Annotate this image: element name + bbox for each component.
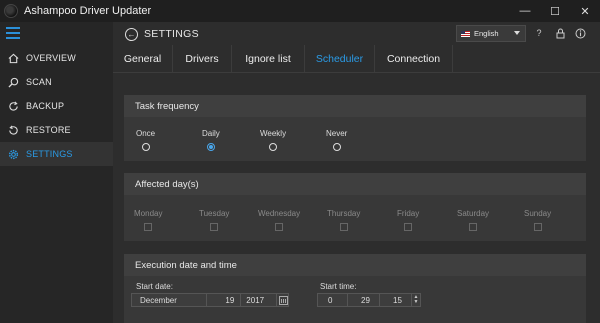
app-logo-icon	[4, 4, 18, 18]
tab-general[interactable]: General	[113, 45, 173, 73]
frequency-option-weekly[interactable]: Weekly	[260, 129, 286, 151]
back-button[interactable]: ←	[125, 27, 138, 41]
backup-icon	[7, 100, 19, 112]
radio-button[interactable]	[206, 143, 215, 151]
day-thursday[interactable]: Thursday	[327, 209, 360, 231]
sidebar-item-label: RESTORE	[26, 125, 71, 135]
tab-ignore-list[interactable]: Ignore list	[232, 45, 305, 73]
sidebar-item-backup[interactable]: BACKUP	[0, 94, 113, 118]
language-select[interactable]: English	[456, 25, 526, 42]
execution-title: Execution date and time	[124, 254, 586, 276]
chevron-down-icon	[514, 31, 520, 35]
sidebar-item-scan[interactable]: SCAN	[0, 70, 113, 94]
tab-drivers[interactable]: Drivers	[173, 45, 232, 73]
execution-panel: Execution date and time Start date: Dece…	[124, 254, 586, 323]
radio-button[interactable]	[141, 143, 150, 151]
start-time-label: Start time:	[320, 282, 357, 291]
day-tuesday[interactable]: Tuesday	[199, 209, 229, 231]
sidebar-item-label: OVERVIEW	[26, 53, 76, 63]
page-title: SETTINGS	[144, 28, 199, 40]
close-button[interactable]: ✕	[570, 0, 600, 22]
day-checkbox[interactable]	[469, 223, 478, 231]
start-time-minute[interactable]: 29	[348, 294, 380, 306]
sidebar-item-settings[interactable]: SETTINGS	[0, 142, 113, 166]
day-monday[interactable]: Monday	[134, 209, 162, 231]
day-label: Saturday	[457, 209, 490, 218]
home-icon	[7, 52, 19, 64]
start-date-label: Start date:	[136, 282, 173, 291]
day-checkbox[interactable]	[210, 223, 219, 231]
affected-days-title: Affected day(s)	[124, 173, 586, 195]
day-checkbox[interactable]	[144, 223, 153, 231]
day-label: Sunday	[524, 209, 552, 218]
lock-icon[interactable]	[554, 27, 566, 39]
settings-tabs: General Drivers Ignore list Scheduler Co…	[113, 45, 600, 73]
minimize-button[interactable]: —	[510, 0, 540, 22]
day-checkbox[interactable]	[404, 223, 413, 231]
info-icon[interactable]	[574, 27, 586, 39]
start-date-picker[interactable]: December 19 2017	[131, 293, 289, 307]
sidebar-item-restore[interactable]: RESTORE	[0, 118, 113, 142]
arrow-left-icon: ←	[127, 29, 136, 39]
search-icon	[7, 76, 19, 88]
radio-button[interactable]	[269, 143, 278, 151]
restore-icon	[7, 124, 19, 136]
language-value: English	[474, 29, 499, 38]
start-date-day[interactable]: 19	[207, 294, 242, 306]
time-spinner[interactable]: ▲ ▼	[412, 295, 420, 305]
affected-days-panel: Affected day(s) Monday Tuesday Wednesday…	[124, 173, 586, 241]
tab-scheduler[interactable]: Scheduler	[305, 45, 375, 73]
start-date-month[interactable]: December	[132, 294, 208, 306]
sidebar-item-label: SETTINGS	[26, 149, 73, 159]
radio-label: Never	[326, 129, 348, 138]
start-time-hour[interactable]: 0	[318, 294, 348, 306]
radio-label: Once	[136, 129, 156, 138]
day-checkbox[interactable]	[339, 223, 348, 231]
day-label: Wednesday	[258, 209, 301, 218]
frequency-option-never[interactable]: Never	[326, 129, 347, 151]
start-time-picker[interactable]: 0 29 15 ▲ ▼	[317, 293, 421, 307]
sidebar-nav: OVERVIEW SCAN BACKUP RESTORE SETTINGS	[0, 46, 113, 166]
day-saturday[interactable]: Saturday	[457, 209, 489, 231]
radio-label: Weekly	[260, 129, 287, 138]
day-label: Friday	[397, 209, 420, 218]
radio-label: Daily	[202, 129, 220, 138]
sidebar-item-label: BACKUP	[26, 101, 65, 111]
us-flag-icon	[461, 30, 470, 37]
title-bar: Ashampoo Driver Updater — ☐ ✕	[0, 0, 600, 22]
app-title: Ashampoo Driver Updater	[24, 5, 152, 17]
sidebar: OVERVIEW SCAN BACKUP RESTORE SETTINGS	[0, 22, 113, 323]
day-label: Monday	[134, 209, 163, 218]
hamburger-menu-icon[interactable]	[6, 27, 20, 39]
day-checkbox[interactable]	[275, 223, 284, 231]
day-label: Thursday	[327, 209, 361, 218]
window-controls: — ☐ ✕	[510, 0, 600, 22]
radio-button[interactable]	[332, 143, 341, 151]
start-date-year[interactable]: 2017	[241, 294, 278, 306]
sidebar-item-overview[interactable]: OVERVIEW	[0, 46, 113, 70]
day-wednesday[interactable]: Wednesday	[258, 209, 300, 231]
task-frequency-title: Task frequency	[124, 95, 586, 117]
page-header: ← SETTINGS English ?	[113, 22, 600, 46]
tab-connection[interactable]: Connection	[375, 45, 453, 73]
calendar-icon[interactable]	[279, 295, 288, 305]
start-time-second[interactable]: 15	[380, 294, 412, 306]
day-sunday[interactable]: Sunday	[524, 209, 551, 231]
frequency-option-once[interactable]: Once	[136, 129, 155, 151]
task-frequency-panel: Task frequency Once Daily Weekly Never	[124, 95, 586, 161]
maximize-button[interactable]: ☐	[540, 0, 570, 22]
day-label: Tuesday	[199, 209, 230, 218]
day-checkbox[interactable]	[533, 223, 542, 231]
day-friday[interactable]: Friday	[397, 209, 419, 231]
chevron-down-icon[interactable]: ▼	[414, 300, 419, 305]
main-content: ← SETTINGS English ? General Drivers Ign…	[113, 22, 600, 323]
sidebar-item-label: SCAN	[26, 77, 52, 87]
help-icon[interactable]: ?	[533, 27, 545, 39]
gear-icon	[7, 148, 19, 160]
frequency-option-daily[interactable]: Daily	[202, 129, 220, 151]
